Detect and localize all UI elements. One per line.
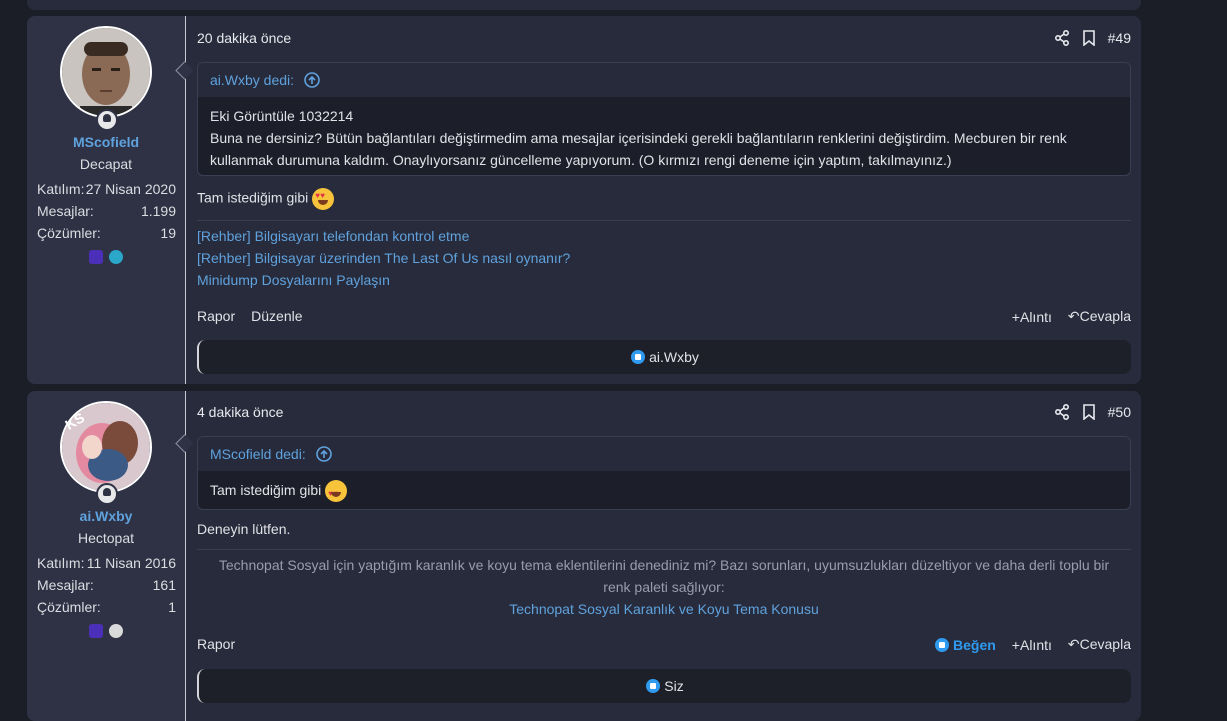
signature-divider <box>197 549 1131 550</box>
reply-icon: ↶ <box>1067 636 1080 652</box>
signature-link-3[interactable]: Minidump Dosyalarını Paylaşın <box>197 272 390 288</box>
post-body: Deneyin lütfen. <box>197 521 291 537</box>
quote-button[interactable]: +Alıntı <box>1012 637 1052 653</box>
quote-block: ai.Wxby dedi: Eki Görüntüle 1032214 Buna… <box>197 62 1131 176</box>
post-actions: Rapor Düzenle +Alıntı ↶Cevapla <box>197 308 1131 328</box>
quote-header[interactable]: MScofield dedi: <box>198 437 1130 471</box>
previous-post-edge <box>27 0 1141 10</box>
bookmark-icon[interactable] <box>1082 30 1096 46</box>
user-badges <box>27 622 185 639</box>
avatar[interactable] <box>60 26 152 118</box>
signature: Technopat Sosyal için yaptığım karanlık … <box>197 554 1131 620</box>
username[interactable]: MScofield <box>27 134 185 150</box>
username[interactable]: ai.Wxby <box>27 508 185 524</box>
post-header-tools: #50 <box>1054 402 1131 422</box>
plus-icon: + <box>1011 308 1020 325</box>
post-50: KS ai.Wxby Hectopat Katılım: 11 Nisan 20… <box>27 391 1141 721</box>
heart-eyes-emoji-icon <box>325 480 348 505</box>
plus-icon: + <box>1011 636 1020 653</box>
like-icon <box>631 350 646 364</box>
post-body: Tam istediğim gibi <box>197 188 335 210</box>
signature-link-2[interactable]: [Rehber] Bilgisayar üzerinden The Last O… <box>197 250 570 266</box>
game-badge-icon <box>108 624 123 639</box>
reactions-bar[interactable]: ai.Wxby <box>197 340 1131 374</box>
reaction-users[interactable]: Siz <box>664 678 683 694</box>
windows-badge-icon <box>89 250 104 265</box>
bookmark-icon[interactable] <box>1082 404 1096 420</box>
like-icon <box>646 679 661 693</box>
signature-link[interactable]: Technopat Sosyal Karanlık ve Koyu Tema K… <box>197 598 1131 620</box>
post-49: MScofield Decapat Katılım: 27 Nisan 2020… <box>27 16 1141 384</box>
post-number[interactable]: #49 <box>1108 30 1131 46</box>
user-status-icon <box>96 483 118 505</box>
like-icon <box>935 637 949 652</box>
post-header-tools: #49 <box>1054 28 1131 48</box>
windows-badge-icon <box>89 624 104 639</box>
quote-body: Eki Görüntüle 1032214 Buna ne dersiniz? … <box>198 97 1130 175</box>
quote-line-1: Tam istediğim gibi <box>210 482 322 498</box>
heart-eyes-emoji-icon <box>312 188 335 210</box>
reply-icon: ↶ <box>1067 308 1080 324</box>
quote-line-1: Eki Görüntüle 1032214 <box>210 108 354 124</box>
reactions-bar[interactable]: Siz <box>197 669 1131 703</box>
post-content: 20 dakika önce #49 ai.Wxby dedi: Eki Gör… <box>197 16 1131 384</box>
user-title: Hectopat <box>77 530 135 546</box>
signature-link-1[interactable]: [Rehber] Bilgisayarı telefondan kontrol … <box>197 228 469 244</box>
share-icon[interactable] <box>1054 404 1070 420</box>
quote-body: Tam istediğim gibi <box>198 471 1130 509</box>
arrow-up-circle-icon[interactable] <box>304 72 320 88</box>
user-panel: MScofield Decapat Katılım: 27 Nisan 2020… <box>27 16 186 384</box>
reply-button[interactable]: ↶Cevapla <box>1068 308 1131 325</box>
quote-button[interactable]: +Alıntı <box>1012 309 1052 325</box>
user-badges <box>27 248 185 265</box>
quote-block: MScofield dedi: Tam istediğim gibi <box>197 436 1131 510</box>
like-button[interactable]: Beğen <box>935 637 996 653</box>
user-title: Decapat <box>79 156 133 172</box>
quote-author[interactable]: ai.Wxby dedi: <box>210 72 294 88</box>
post-time[interactable]: 20 dakika önce <box>197 30 291 46</box>
edit-button[interactable]: Düzenle <box>251 308 302 324</box>
share-icon[interactable] <box>1054 30 1070 46</box>
quote-author[interactable]: MScofield dedi: <box>210 446 306 462</box>
edge-badge-icon <box>108 250 123 265</box>
reaction-users[interactable]: ai.Wxby <box>649 349 699 365</box>
report-button[interactable]: Rapor <box>197 636 235 652</box>
quote-line-2: Buna ne dersiniz? Bütün bağlantıları değ… <box>210 130 1067 168</box>
post-actions: Rapor Beğen +Alıntı ↶Cevapla <box>197 636 1131 656</box>
reply-button[interactable]: ↶Cevapla <box>1068 636 1131 653</box>
user-panel: KS ai.Wxby Hectopat Katılım: 11 Nisan 20… <box>27 391 186 721</box>
post-number[interactable]: #50 <box>1108 404 1131 420</box>
signature-divider <box>197 220 1131 221</box>
quote-header[interactable]: ai.Wxby dedi: <box>198 63 1130 97</box>
arrow-up-circle-icon[interactable] <box>315 446 332 462</box>
user-status-icon <box>96 109 118 131</box>
report-button[interactable]: Rapor <box>197 308 235 324</box>
post-content: 4 dakika önce #50 MScofield dedi: Tam is… <box>197 391 1131 721</box>
post-time[interactable]: 4 dakika önce <box>197 404 283 420</box>
signature-text: Technopat Sosyal için yaptığım karanlık … <box>218 557 1110 595</box>
